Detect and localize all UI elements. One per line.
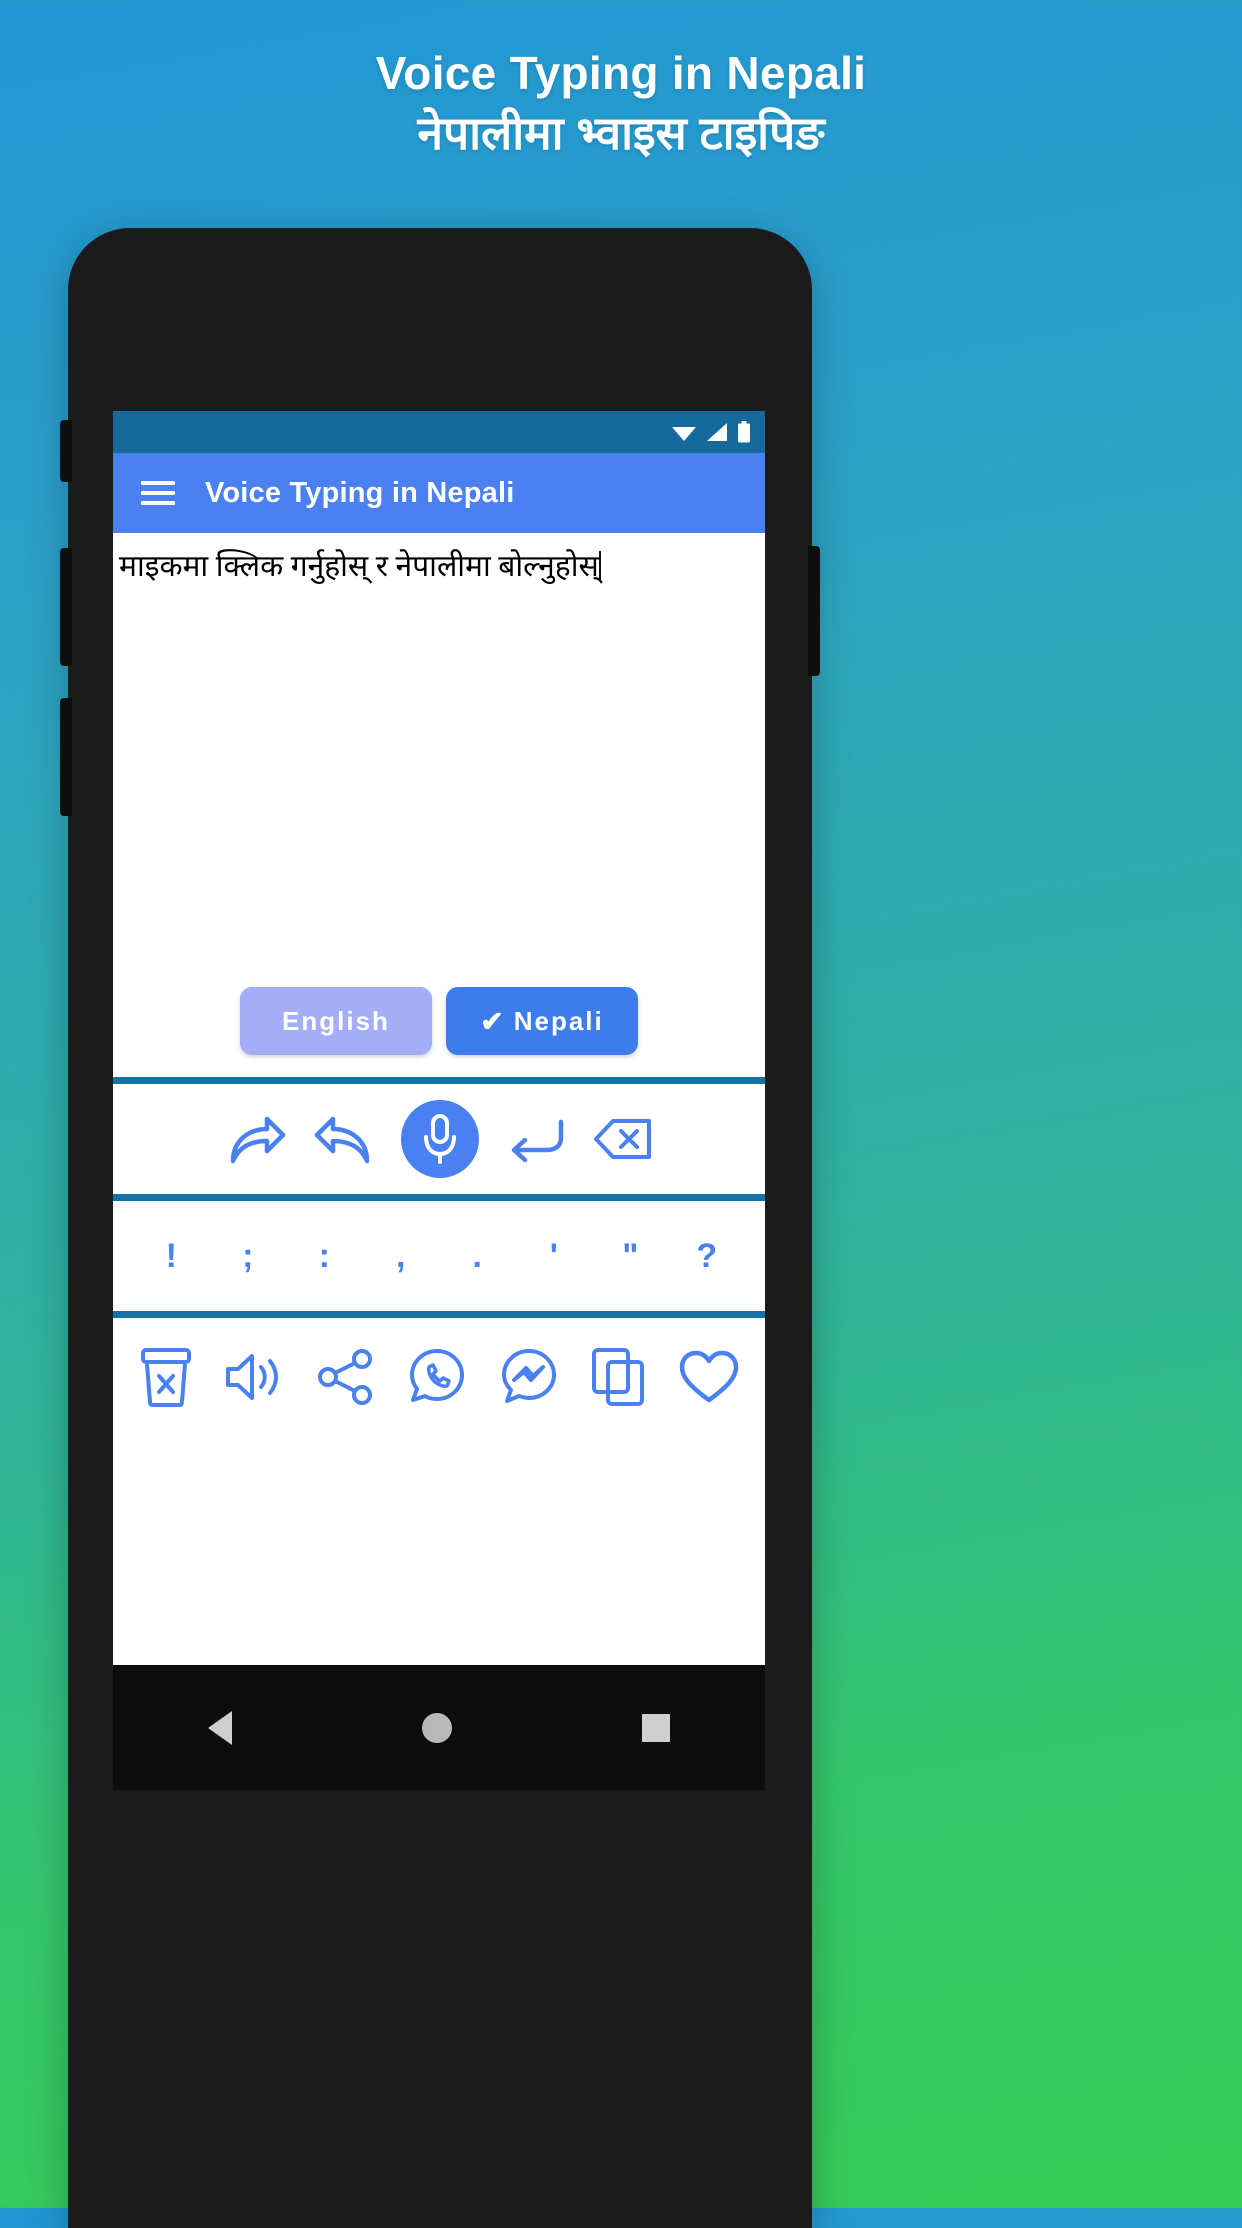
punct-key-colon[interactable]: : bbox=[305, 1237, 343, 1276]
delete-icon[interactable] bbox=[138, 1346, 194, 1408]
android-navigation-bar bbox=[113, 1665, 765, 1790]
punct-key-semicolon[interactable]: ; bbox=[229, 1237, 267, 1276]
wifi-icon bbox=[672, 427, 696, 441]
battery-icon bbox=[738, 421, 750, 443]
divider-2 bbox=[113, 1194, 765, 1201]
share-icon[interactable] bbox=[316, 1347, 376, 1407]
language-label-english: English bbox=[282, 1005, 390, 1036]
whatsapp-icon[interactable] bbox=[406, 1346, 468, 1408]
recents-button[interactable] bbox=[642, 1713, 670, 1742]
punct-key-period[interactable]: . bbox=[458, 1237, 496, 1276]
language-button-english[interactable]: English bbox=[240, 987, 432, 1055]
language-selector: English ✔ Nepali bbox=[113, 987, 765, 1055]
phone-power-button bbox=[808, 546, 820, 676]
promo-title: Voice Typing in Nepali bbox=[375, 47, 867, 99]
editor-text: माइकमा क्लिक गर्नुहोस् र नेपालीमा बोल्नु… bbox=[119, 550, 599, 583]
undo-icon[interactable] bbox=[313, 1111, 375, 1167]
text-editor-area[interactable]: माइकमा क्लिक गर्नुहोस् र नेपालीमा बोल्नु… bbox=[113, 533, 765, 1077]
back-button[interactable] bbox=[208, 1710, 232, 1745]
speaker-icon[interactable] bbox=[224, 1349, 286, 1405]
punct-key-question[interactable]: ? bbox=[688, 1237, 726, 1276]
punct-key-quote[interactable]: " bbox=[611, 1237, 649, 1276]
text-caret bbox=[598, 551, 601, 581]
phone-side-button-1 bbox=[60, 420, 72, 482]
divider-1 bbox=[113, 1077, 765, 1084]
punctuation-row: ! ; : , . ' " ? bbox=[113, 1201, 765, 1311]
app-bar: Voice Typing in Nepali bbox=[113, 453, 765, 533]
editing-toolbar bbox=[113, 1084, 765, 1194]
editor-text-line: माइकमा क्लिक गर्नुहोस् र नेपालीमा बोल्नु… bbox=[119, 547, 759, 588]
check-icon: ✔ bbox=[480, 1005, 504, 1037]
phone-screen: Voice Typing in Nepali माइकमा क्लिक गर्न… bbox=[113, 411, 765, 1665]
heart-icon[interactable] bbox=[678, 1348, 740, 1406]
home-button[interactable] bbox=[422, 1712, 452, 1743]
microphone-icon[interactable] bbox=[401, 1100, 479, 1178]
copy-icon[interactable] bbox=[590, 1346, 648, 1408]
punct-key-apostrophe[interactable]: ' bbox=[535, 1237, 573, 1276]
punct-key-exclamation[interactable]: ! bbox=[152, 1237, 190, 1276]
language-button-nepali[interactable]: ✔ Nepali bbox=[446, 987, 638, 1055]
promo-subtitle: नेपालीमा भ्वाइस टाइपिङ bbox=[417, 106, 825, 159]
punct-key-comma[interactable]: , bbox=[382, 1237, 420, 1276]
app-bar-title: Voice Typing in Nepali bbox=[205, 476, 515, 509]
phone-volume-down-button bbox=[60, 698, 72, 816]
divider-3 bbox=[113, 1311, 765, 1318]
language-label-nepali: Nepali bbox=[513, 1005, 604, 1036]
status-bar bbox=[113, 411, 765, 453]
backspace-icon[interactable] bbox=[593, 1116, 653, 1162]
phone-mockup: Voice Typing in Nepali माइकमा क्लिक गर्न… bbox=[60, 228, 820, 2228]
phone-volume-up-button bbox=[60, 548, 72, 666]
action-row bbox=[113, 1318, 765, 1436]
newline-icon[interactable] bbox=[505, 1116, 567, 1162]
signal-icon bbox=[707, 423, 727, 441]
messenger-icon[interactable] bbox=[498, 1346, 560, 1408]
promo-header: Voice Typing in Nepali नेपालीमा भ्वाइस ट… bbox=[0, 47, 1242, 163]
hamburger-menu-icon[interactable] bbox=[141, 481, 175, 505]
redo-icon[interactable] bbox=[225, 1111, 287, 1167]
